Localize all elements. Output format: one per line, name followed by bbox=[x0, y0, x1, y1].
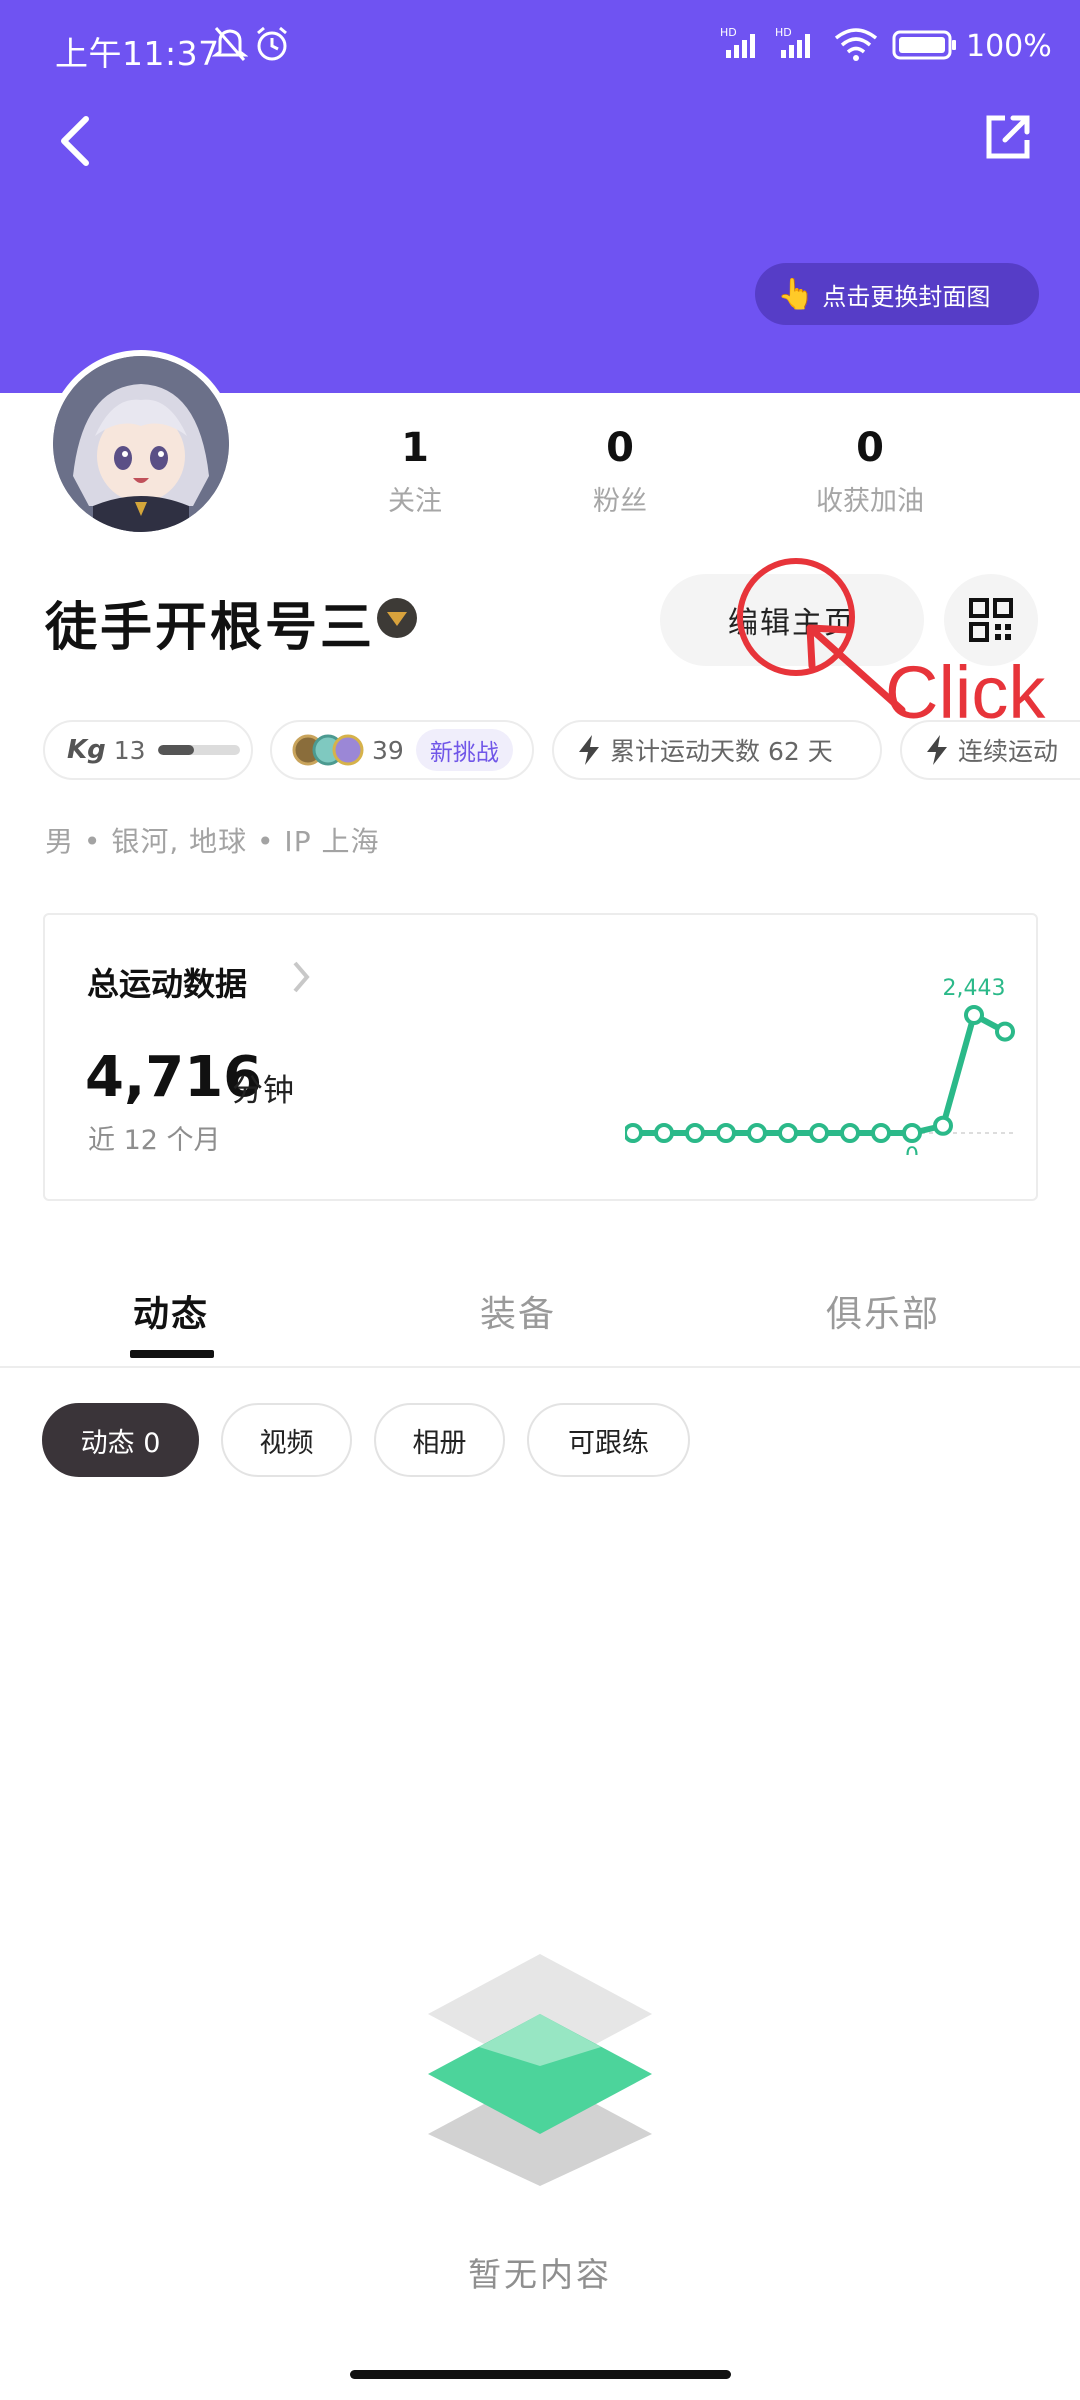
chart-point bbox=[871, 1123, 891, 1143]
chart-series-line bbox=[633, 1012, 1007, 1136]
battery-percent: 100% bbox=[966, 29, 1052, 64]
cover-header[interactable]: 上午11:37 HD HD 100% 👆 点击更换封面图 bbox=[0, 0, 1080, 393]
status-bar: 上午11:37 HD HD 100% bbox=[0, 0, 1080, 96]
filter-follow-along[interactable]: 可跟练 bbox=[527, 1403, 690, 1477]
streak-label: 连续运动 bbox=[958, 737, 1059, 766]
alarm-icon bbox=[253, 24, 291, 72]
change-cover-button[interactable]: 👆 点击更换封面图 bbox=[755, 263, 1039, 325]
activity-trend-chart: 2,443 0 bbox=[625, 976, 1015, 1155]
tab-divider bbox=[0, 1366, 1080, 1368]
challenge-count: 39 bbox=[372, 735, 404, 765]
empty-layers-icon bbox=[428, 1954, 652, 2186]
svg-text:HD: HD bbox=[775, 26, 792, 39]
battery-icon bbox=[892, 24, 958, 72]
weight-chip[interactable]: Kg 13 bbox=[43, 720, 253, 780]
profile-info-line: 男 • 银河, 地球 • IP 上海 bbox=[45, 825, 380, 858]
total-data-title: 总运动数据 bbox=[87, 965, 248, 1003]
kg-value: 13 bbox=[113, 735, 146, 765]
external-link-icon bbox=[986, 115, 1030, 159]
chart-point bbox=[809, 1123, 829, 1143]
filter-album[interactable]: 相册 bbox=[374, 1403, 505, 1477]
chart-max-label: 2,443 bbox=[943, 976, 1006, 1001]
chart-point bbox=[747, 1123, 767, 1143]
username: 徒手开根号三 bbox=[45, 598, 376, 658]
active-tab-indicator bbox=[130, 1350, 214, 1358]
qr-code-icon bbox=[969, 598, 1013, 642]
chart-point bbox=[902, 1123, 922, 1143]
signal-hd-icon: HD HD bbox=[720, 24, 830, 72]
chart-min-label: 0 bbox=[905, 1144, 919, 1155]
chart-point bbox=[685, 1123, 705, 1143]
avatar-image bbox=[53, 356, 229, 532]
fans-label: 粉丝 bbox=[593, 486, 647, 517]
level-badge-icon[interactable] bbox=[377, 598, 417, 638]
streak-chip[interactable]: 连续运动 bbox=[900, 720, 1080, 780]
chart-point bbox=[964, 1005, 984, 1025]
chevron-left-icon bbox=[61, 116, 89, 166]
lightning-icon bbox=[579, 735, 599, 765]
chart-point bbox=[654, 1123, 674, 1143]
following-stat[interactable]: 1 关注 bbox=[370, 425, 460, 518]
fans-stat[interactable]: 0 粉丝 bbox=[575, 425, 665, 518]
share-button[interactable] bbox=[972, 101, 1044, 173]
status-time: 上午11:37 bbox=[55, 34, 220, 73]
profile-page: 上午11:37 HD HD 100% 👆 点击更换封面图 1 关注 0 粉丝 0… bbox=[0, 0, 1080, 2400]
cheers-label: 收获加油 bbox=[816, 486, 924, 517]
chevron-right-icon bbox=[293, 961, 310, 993]
change-cover-label: 点击更换封面图 bbox=[822, 282, 991, 311]
tab-equipment[interactable]: 装备 bbox=[480, 1285, 556, 1337]
empty-state-text: 暂无内容 bbox=[468, 2255, 612, 2294]
minutes-unit: 分钟 bbox=[232, 1073, 294, 1109]
medals-icon bbox=[292, 734, 364, 766]
lightning-icon bbox=[927, 735, 947, 765]
following-count: 1 bbox=[401, 425, 429, 471]
filter-video[interactable]: 视频 bbox=[221, 1403, 352, 1477]
chart-point bbox=[778, 1123, 798, 1143]
total-data-card[interactable]: 总运动数据 4,716 分钟 近 12 个月 2,4430 bbox=[43, 913, 1038, 1201]
mute-icon bbox=[211, 24, 249, 72]
kg-progress-fill bbox=[157, 745, 195, 755]
kg-progress bbox=[157, 745, 240, 755]
challenge-chip[interactable]: 39 新挑战 bbox=[270, 720, 534, 780]
chart-point bbox=[625, 1123, 643, 1143]
period-label: 近 12 个月 bbox=[88, 1125, 221, 1156]
fans-count: 0 bbox=[606, 425, 634, 471]
wifi-icon bbox=[832, 24, 880, 72]
svg-text:HD: HD bbox=[720, 26, 737, 39]
total-days-label: 累计运动天数 62 天 bbox=[610, 737, 833, 766]
pointing-hand-icon: 👆 bbox=[777, 276, 815, 312]
chart-point bbox=[840, 1123, 860, 1143]
cheers-stat[interactable]: 0 收获加油 bbox=[790, 425, 950, 518]
back-button[interactable] bbox=[40, 105, 112, 177]
chart-point bbox=[933, 1115, 953, 1136]
new-challenge-badge: 新挑战 bbox=[415, 729, 513, 771]
tab-activity[interactable]: 动态 bbox=[133, 1285, 209, 1337]
tab-club[interactable]: 俱乐部 bbox=[826, 1285, 940, 1337]
home-indicator bbox=[350, 2370, 731, 2379]
chart-point bbox=[995, 1021, 1015, 1042]
chart-point bbox=[716, 1123, 736, 1143]
total-days-chip[interactable]: 累计运动天数 62 天 bbox=[552, 720, 882, 780]
following-label: 关注 bbox=[388, 486, 442, 517]
filter-activity[interactable]: 动态 0 bbox=[42, 1403, 199, 1477]
cheers-count: 0 bbox=[856, 425, 884, 471]
kg-label: Kg bbox=[67, 735, 106, 765]
avatar[interactable] bbox=[47, 350, 235, 538]
